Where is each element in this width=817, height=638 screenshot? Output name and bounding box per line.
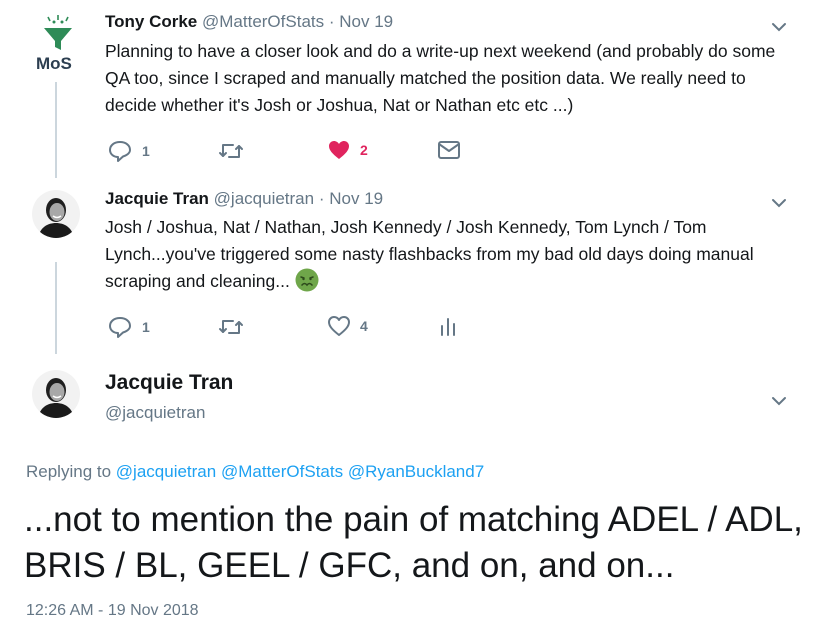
tweet-header: Jacquie Tran @jacquietran · Nov 19 [105, 189, 383, 209]
author-name[interactable]: Jacquie Tran [105, 189, 209, 208]
retweet-button[interactable] [218, 317, 244, 337]
profile-photo [32, 190, 80, 238]
analytics-button[interactable] [438, 317, 458, 337]
reply-button[interactable]: 1 [108, 316, 150, 338]
avatar[interactable] [32, 370, 80, 418]
like-button[interactable]: 2 [328, 140, 368, 160]
avatar[interactable] [32, 190, 80, 238]
mention-link[interactable]: @jacquietran [116, 462, 216, 481]
thread-line [55, 82, 57, 178]
thread-line [55, 262, 57, 354]
chevron-down-icon[interactable] [768, 390, 790, 412]
mention-link[interactable]: @MatterOfStats [221, 462, 343, 481]
replying-to: Replying to @jacquietran @MatterOfStats … [26, 462, 484, 482]
chevron-down-icon[interactable] [768, 192, 790, 214]
tweet-header: Tony Corke @MatterOfStats · Nov 19 [105, 12, 393, 32]
avatar[interactable]: MoS [30, 14, 86, 74]
tweet-text: Josh / Joshua, Nat / Nathan, Josh Kenned… [105, 217, 754, 291]
chevron-down-icon[interactable] [768, 16, 790, 38]
like-count: 2 [360, 142, 368, 158]
like-button[interactable]: 4 [328, 316, 368, 336]
reply-count: 1 [142, 143, 150, 159]
replying-label: Replying to [26, 462, 112, 481]
tweet-date[interactable]: Nov 19 [339, 12, 393, 31]
reply-button[interactable]: 1 [108, 140, 150, 162]
author-handle[interactable]: @jacquietran [214, 189, 314, 208]
direct-message-button[interactable] [438, 141, 460, 159]
tweet-timestamp[interactable]: 12:26 AM - 19 Nov 2018 [26, 602, 199, 620]
tweet-text: Planning to have a closer look and do a … [105, 41, 776, 115]
mention-link[interactable]: @RyanBuckland7 [348, 462, 484, 481]
tweet-text: ...not to mention the pain of matching A… [24, 500, 803, 585]
analytics-icon [441, 318, 455, 336]
author-handle[interactable]: @jacquietran [105, 403, 205, 423]
tweet-text-container: Josh / Joshua, Nat / Nathan, Josh Kenned… [105, 214, 770, 295]
author-handle[interactable]: @MatterOfStats [202, 12, 324, 31]
author-name[interactable]: Tony Corke [105, 12, 197, 31]
tweet-date[interactable]: Nov 19 [329, 189, 383, 208]
separator: · [318, 189, 325, 208]
retweet-icon [219, 144, 243, 158]
author-name[interactable]: Jacquie Tran [105, 371, 233, 395]
retweet-icon [219, 320, 243, 334]
like-count: 4 [360, 318, 368, 334]
heart-icon [329, 141, 349, 159]
envelope-icon [438, 141, 460, 159]
reply-icon [109, 141, 131, 162]
nauseated-face-emoji-icon [295, 268, 319, 292]
reply-count: 1 [142, 319, 150, 335]
retweet-button[interactable] [218, 141, 244, 161]
heart-icon [328, 316, 350, 336]
reply-icon [109, 317, 131, 338]
profile-photo [32, 370, 80, 418]
separator: · [328, 12, 335, 31]
avatar-text: MoS [36, 54, 72, 73]
